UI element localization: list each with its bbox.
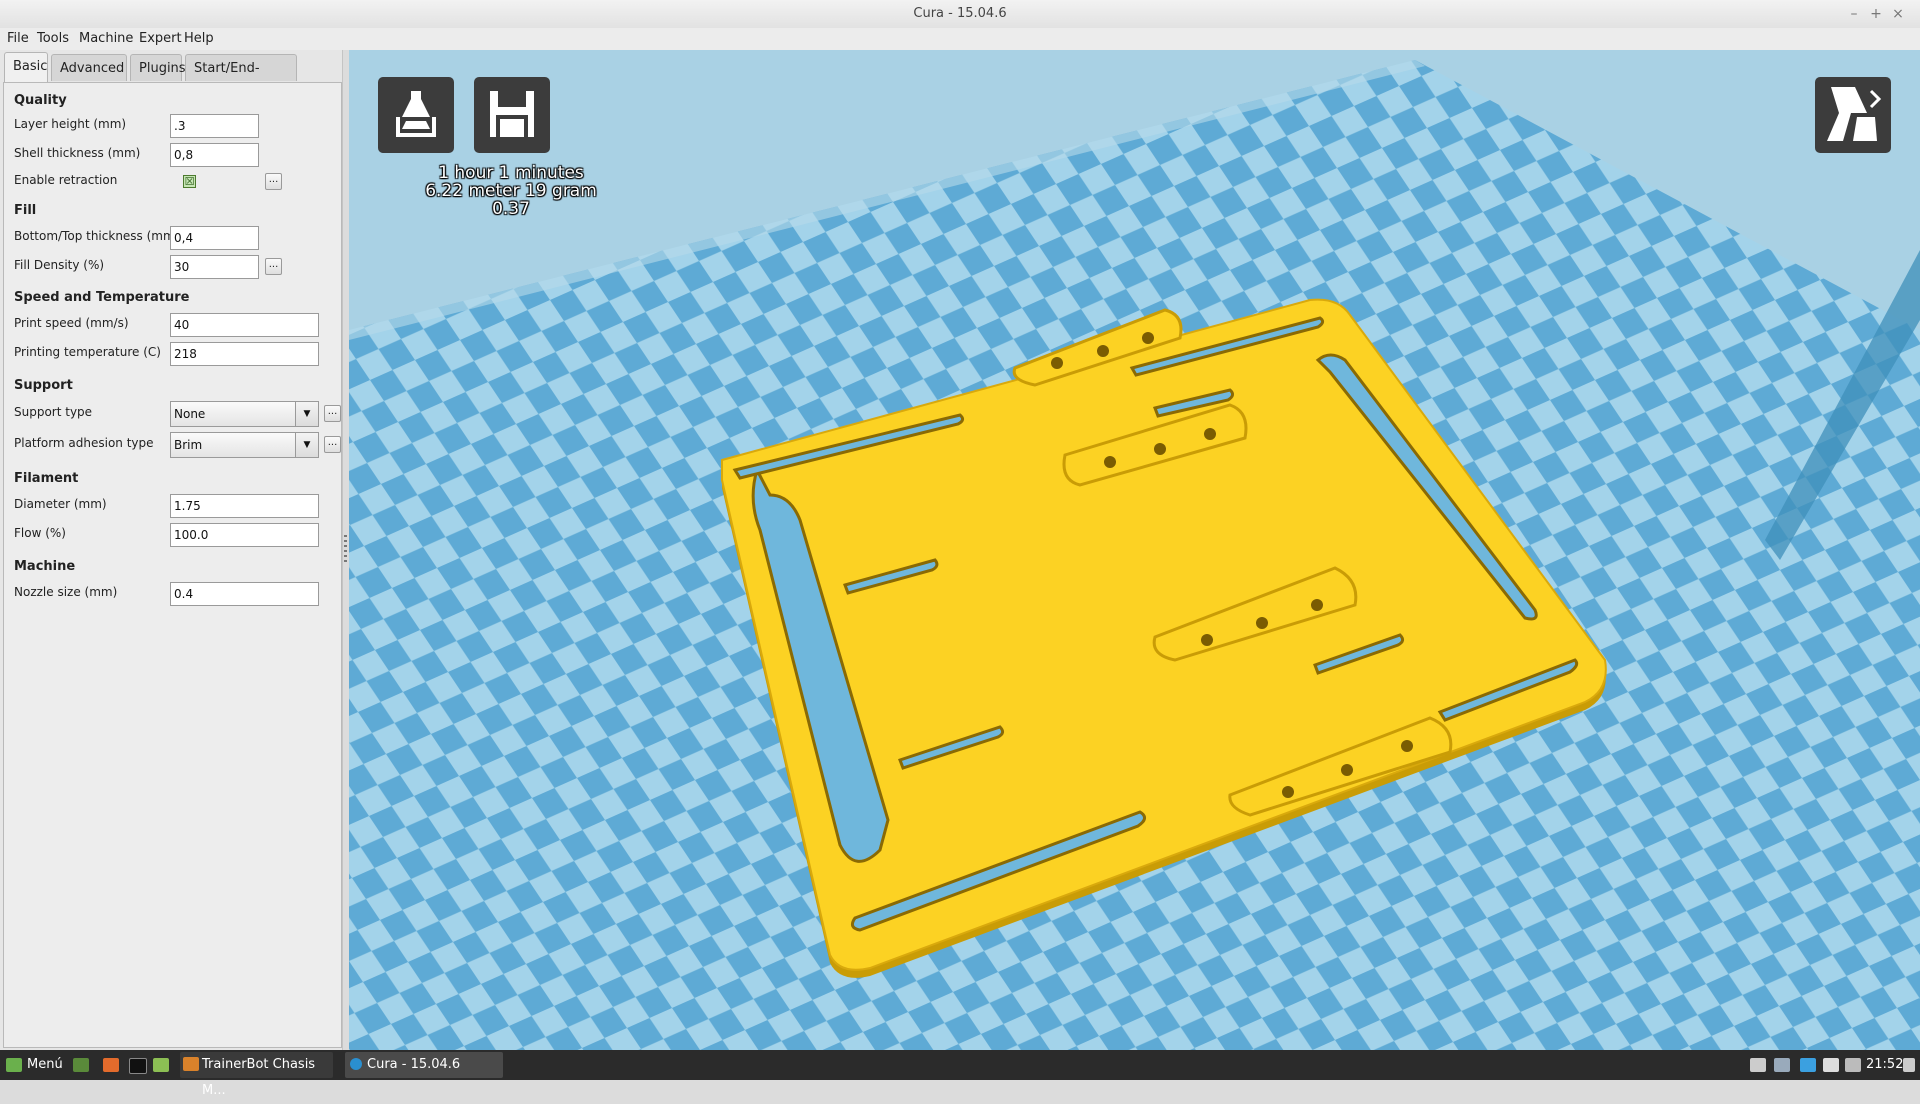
diameter-label: Diameter (mm)	[14, 497, 107, 511]
dropbox-icon[interactable]	[1750, 1058, 1766, 1072]
fill-density-field[interactable]: 30	[170, 255, 259, 279]
adhesion-value: Brim	[174, 438, 203, 452]
section-machine: Machine	[14, 559, 76, 574]
bottom-top-label: Bottom/Top thickness (mm)	[14, 229, 180, 243]
print-temp-label: Printing temperature (C)	[14, 345, 161, 359]
bottom-top-field[interactable]: 0,4	[170, 226, 259, 250]
flow-field[interactable]: 100.0	[170, 523, 319, 547]
retraction-label: Enable retraction	[14, 173, 118, 187]
window-title: Cura - 15.04.6	[913, 6, 1007, 21]
print-speed-label: Print speed (mm/s)	[14, 316, 129, 330]
view-mode-button[interactable]	[1815, 77, 1891, 153]
layer-height-label: Layer height (mm)	[14, 117, 127, 131]
tab-start-end-gcode[interactable]: Start/End-GCode	[185, 54, 297, 103]
layer-height-field[interactable]: .3	[170, 114, 259, 138]
update-icon[interactable]	[1800, 1058, 1816, 1072]
shell-thickness-label: Shell thickness (mm)	[14, 146, 141, 160]
support-type-label: Support type	[14, 405, 93, 419]
flow-label: Flow (%)	[14, 526, 66, 540]
firefox-icon[interactable]	[103, 1058, 119, 1072]
section-speed: Speed and Temperature	[14, 290, 190, 305]
splitter-grip-icon[interactable]	[344, 535, 347, 565]
menu-help[interactable]: Help	[184, 28, 214, 50]
print-temp-field[interactable]: 218	[170, 342, 319, 366]
print-speed-field[interactable]: 40	[170, 313, 319, 337]
section-filament: Filament	[14, 471, 79, 486]
menu-expert[interactable]: Expert	[139, 28, 182, 50]
network-icon[interactable]	[1845, 1058, 1861, 1072]
menu-bar: File Tools Machine Expert Help	[0, 28, 1920, 50]
dropdown-arrow-icon[interactable]: ▼	[295, 402, 318, 426]
support-type-more-button[interactable]: ...	[324, 405, 341, 422]
adhesion-label: Platform adhesion type	[14, 436, 154, 450]
menu-tools[interactable]: Tools	[37, 28, 69, 50]
retraction-more-button[interactable]: ...	[265, 173, 282, 190]
section-fill: Fill	[14, 203, 37, 218]
cura-icon	[350, 1058, 362, 1070]
material-usage: 6.22 meter 19 gram	[425, 181, 597, 201]
tab-advanced[interactable]: Advanced	[51, 54, 127, 81]
mint-menu-icon[interactable]	[6, 1058, 22, 1072]
clock[interactable]: 21:52	[1866, 1050, 1903, 1080]
save-gcode-button[interactable]	[474, 77, 550, 153]
shield-icon[interactable]	[1774, 1058, 1790, 1072]
load-model-button[interactable]	[378, 77, 454, 153]
menu-machine[interactable]: Machine	[79, 28, 133, 50]
fill-density-label: Fill Density (%)	[14, 258, 105, 272]
adhesion-select[interactable]: Brim ▼	[170, 432, 319, 458]
title-bar: Cura - 15.04.6 – + ×	[0, 0, 1920, 29]
close-button[interactable]: ×	[1888, 4, 1908, 24]
task-cura-label: Cura - 15.04.6	[367, 1057, 461, 1072]
print-stats: 1 hour 1 minutes 6.22 meter 19 gram 0.37	[411, 164, 611, 218]
view-mode-icon	[1827, 87, 1882, 141]
support-type-select[interactable]: None ▼	[170, 401, 319, 427]
diameter-field[interactable]: 1.75	[170, 494, 319, 518]
print-time: 1 hour 1 minutes	[438, 163, 584, 183]
task-trainerbot-label: TrainerBot Chasis M...	[202, 1057, 316, 1098]
basic-settings: Quality Layer height (mm) .3 Shell thick…	[3, 82, 342, 1048]
minimize-button[interactable]: –	[1844, 4, 1864, 24]
task-cura[interactable]: Cura - 15.04.6	[345, 1052, 503, 1078]
retraction-checkbox[interactable]: ☒	[183, 175, 196, 188]
load-model-icon	[396, 91, 436, 137]
menu-file[interactable]: File	[7, 28, 29, 50]
save-icon	[490, 91, 534, 137]
nozzle-size-field[interactable]: 0.4	[170, 582, 319, 606]
files-icon[interactable]	[153, 1058, 169, 1072]
nozzle-size-label: Nozzle size (mm)	[14, 585, 118, 599]
taskbar: Menú TrainerBot Chasis M... Cura - 15.04…	[0, 1050, 1920, 1098]
dropdown-arrow-icon[interactable]: ▼	[295, 433, 318, 457]
app-icon	[183, 1057, 199, 1071]
show-desktop-icon[interactable]	[73, 1058, 89, 1072]
maximize-button[interactable]: +	[1866, 4, 1886, 24]
task-trainerbot[interactable]: TrainerBot Chasis M...	[180, 1052, 333, 1098]
print-cost: 0.37	[492, 199, 530, 219]
3d-viewport[interactable]: 1 hour 1 minutes 6.22 meter 19 gram 0.37	[349, 50, 1920, 1050]
fill-density-more-button[interactable]: ...	[265, 258, 282, 275]
adhesion-more-button[interactable]: ...	[324, 436, 341, 453]
start-menu-button[interactable]: Menú	[27, 1050, 63, 1080]
section-quality: Quality	[14, 93, 67, 108]
section-support: Support	[14, 378, 73, 393]
terminal-icon[interactable]	[129, 1058, 147, 1074]
tab-basic[interactable]: Basic	[4, 52, 48, 83]
shell-thickness-field[interactable]: 0,8	[170, 143, 259, 167]
settings-panel: Basic Advanced Plugins Start/End-GCode Q…	[0, 50, 349, 1050]
user-icon[interactable]	[1823, 1058, 1839, 1072]
tab-plugins[interactable]: Plugins	[130, 54, 186, 81]
volume-icon[interactable]	[1903, 1058, 1915, 1072]
support-type-value: None	[174, 407, 206, 421]
